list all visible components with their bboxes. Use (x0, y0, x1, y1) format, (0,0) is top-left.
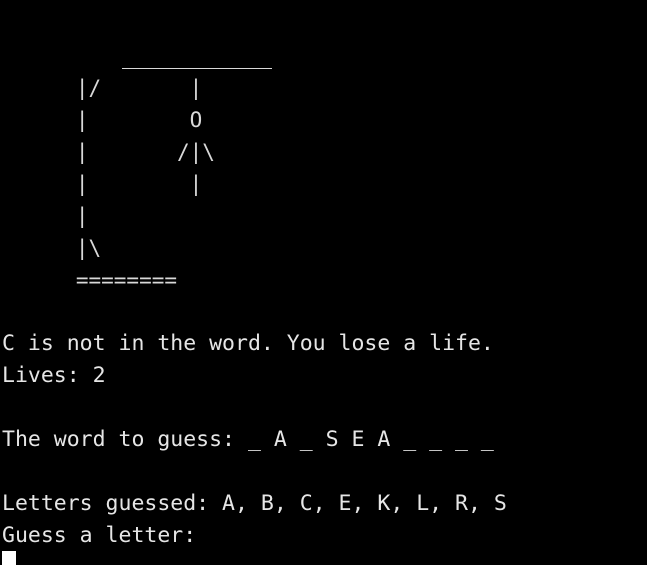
not-in-word-message: C is not in the word. You lose a life. (2, 331, 494, 356)
lives-counter: Lives: 2 (2, 363, 106, 388)
guess-prompt: Guess a letter: (2, 523, 197, 548)
gallows-row-4: | | (0, 172, 203, 196)
gallows-row-1: |/ | (0, 76, 203, 100)
letters-guessed: Letters guessed: A, B, C, E, K, L, R, S (2, 491, 507, 516)
gallows-row-2: | O (0, 108, 203, 132)
word-to-guess: The word to guess: _ A _ S E A _ _ _ _ (2, 427, 494, 452)
gallows-row-3: | /|\ (0, 140, 215, 164)
input-cursor[interactable] (2, 551, 16, 565)
gallows-top-beam (122, 68, 272, 69)
terminal-window[interactable]: |/ | | O | /|\ | | | |\ ======== C is no… (0, 0, 647, 565)
gallows-row-6: |\ (0, 236, 102, 260)
gallows-base: ======== (0, 268, 178, 292)
gallows-row-5: | (0, 204, 89, 228)
